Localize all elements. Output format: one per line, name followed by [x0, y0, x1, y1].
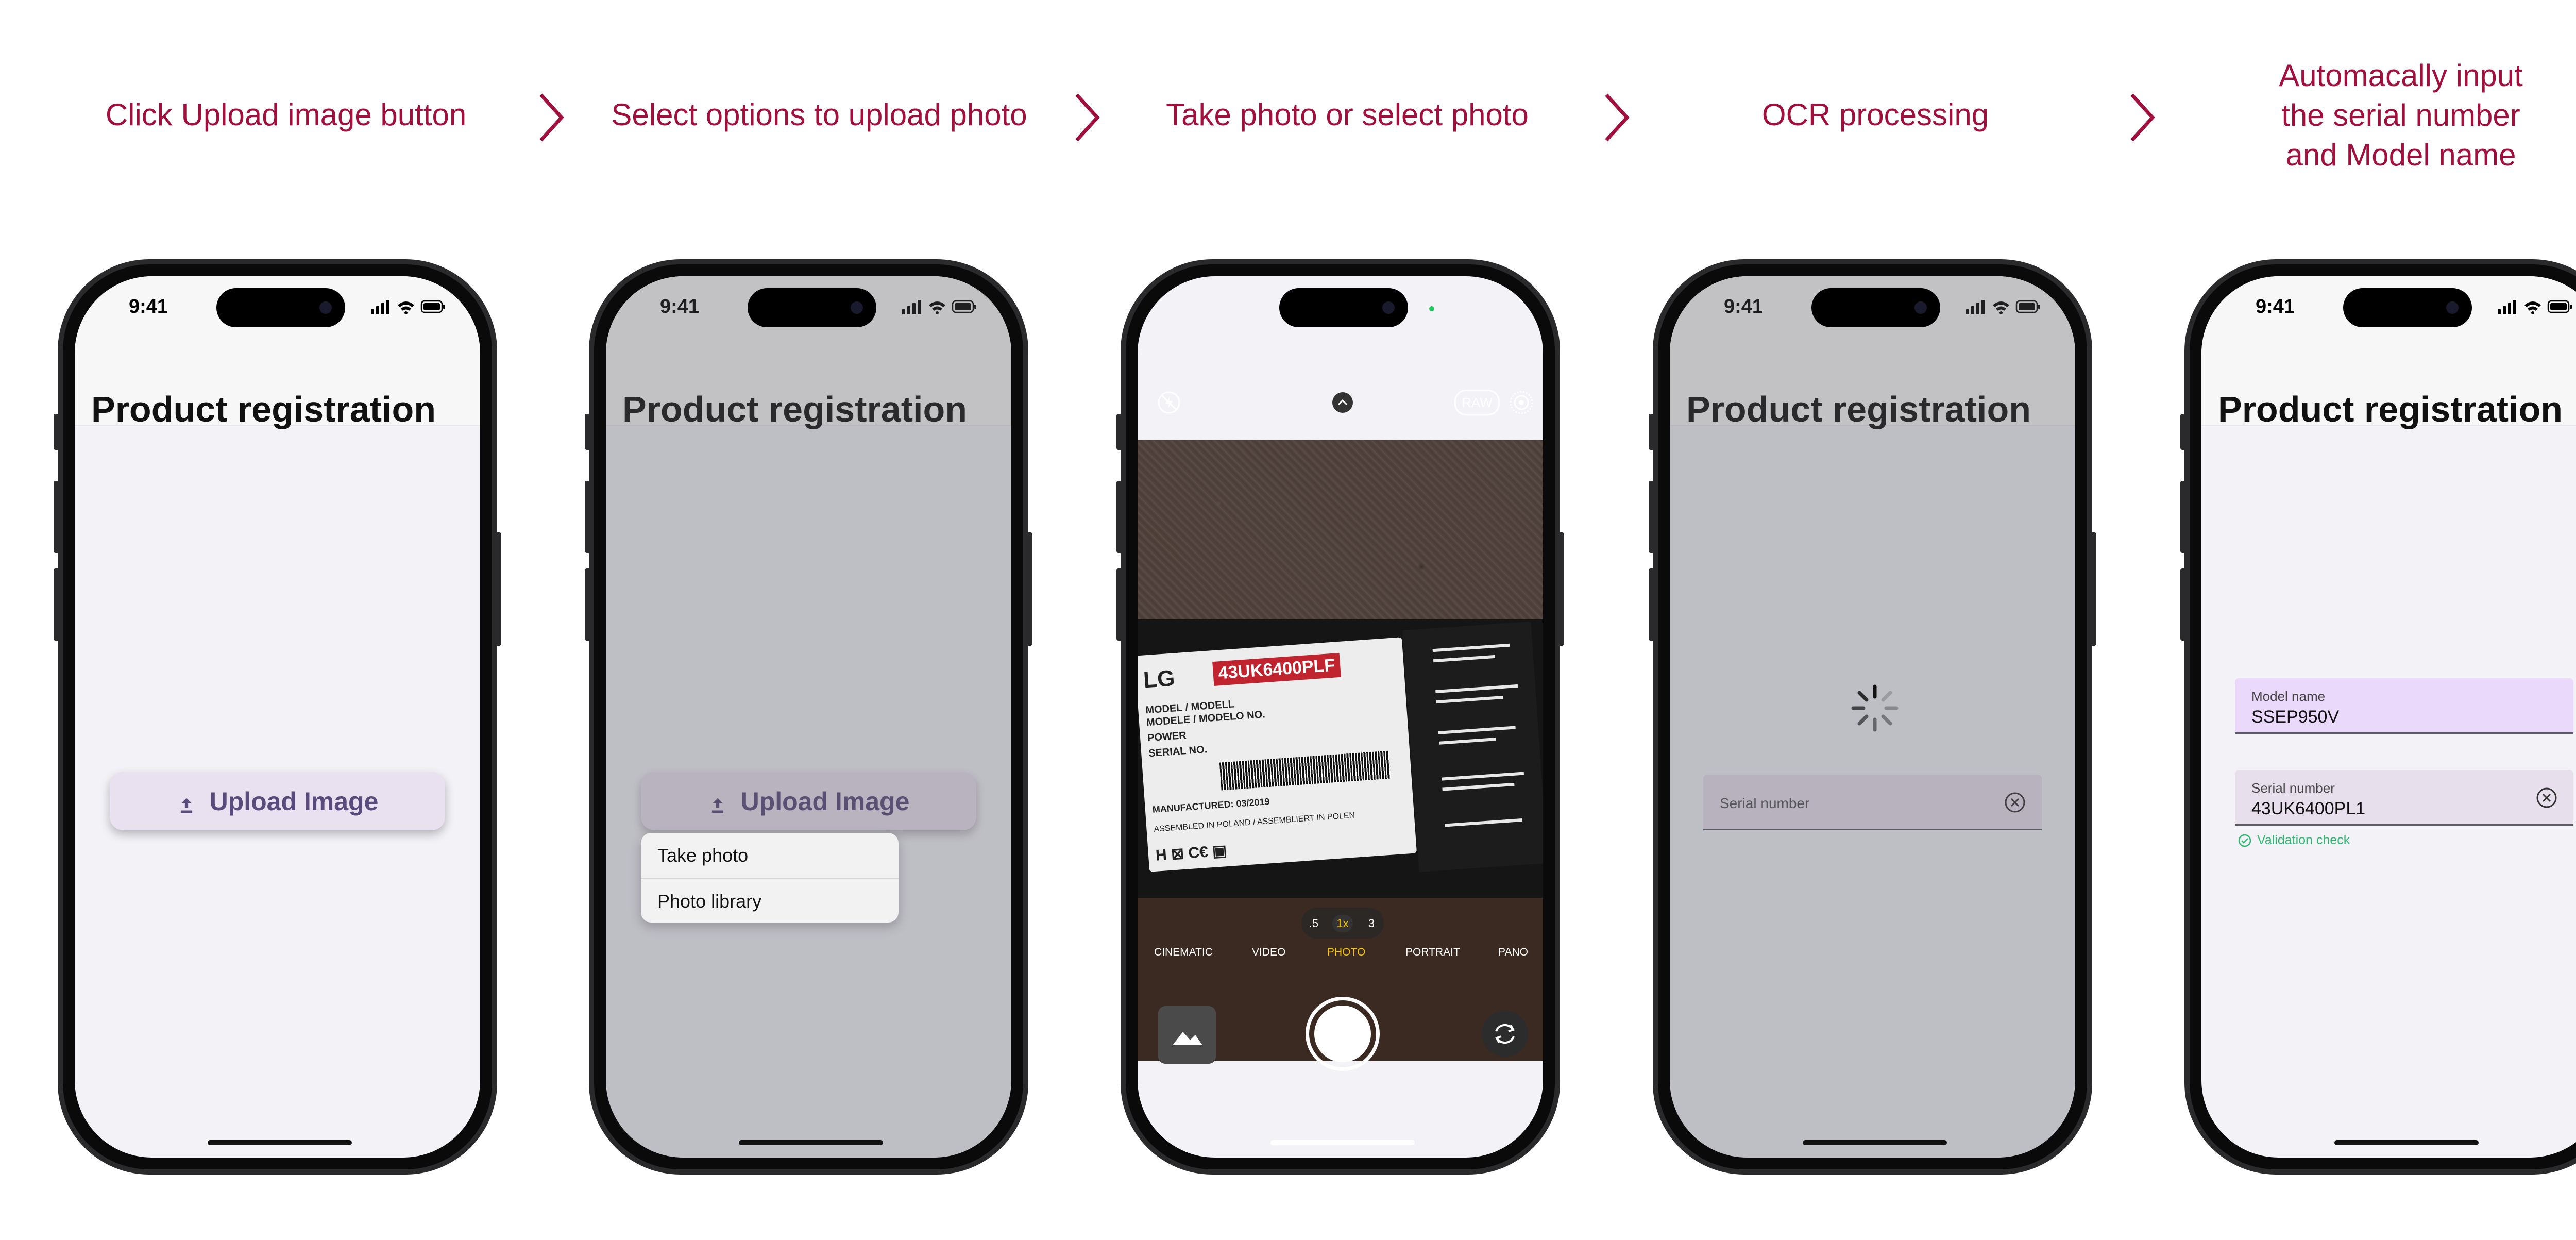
validation-text: Validation check	[2257, 833, 2350, 847]
chevron-right-icon	[1602, 92, 1631, 143]
step-4-caption: OCR processing	[1761, 97, 1989, 132]
camera-flip-icon[interactable]	[1482, 1011, 1528, 1057]
model-name-value: SSEP950V	[2251, 707, 2340, 727]
phone-step-5: Product registration 9:41 Model name SSE…	[2180, 259, 2576, 1175]
app-screen: Product registration 9:41 Upload Image T…	[606, 276, 1011, 1158]
dim-overlay[interactable]	[606, 276, 1011, 1158]
phone-step-3: RAW LG 43UK6400PLF MODEL / MODELL MODELE…	[1116, 259, 1564, 1175]
phone-step-4: Product registration 9:41 Serial number	[1649, 259, 2096, 1175]
page-title: Product registration	[91, 389, 436, 429]
mode-photo[interactable]: PHOTO	[1327, 946, 1365, 959]
model-name-field[interactable]: Model name SSEP950V	[2235, 678, 2573, 734]
validation-message: Validation check	[2238, 833, 2350, 848]
menu-item-take-photo[interactable]: Take photo	[641, 833, 899, 878]
serial-number-field[interactable]: Serial number 43UK6400PL1	[2235, 770, 2573, 826]
upload-image-button[interactable]: Upload Image	[110, 772, 445, 830]
home-indicator	[2334, 1140, 2479, 1145]
mode-pano[interactable]: PANO	[1498, 946, 1528, 959]
label-manufactured: MANUFACTURED: 03/2019	[1152, 796, 1270, 815]
mode-video[interactable]: VIDEO	[1252, 946, 1285, 959]
chevron-right-icon	[537, 92, 566, 143]
label-model: 43UK6400PLF	[1212, 652, 1341, 686]
warning-label	[1402, 621, 1543, 873]
camera-active-indicator	[1429, 306, 1434, 311]
home-indicator	[739, 1140, 883, 1145]
camera-viewfinder[interactable]: LG 43UK6400PLF MODEL / MODELL MODELE / M…	[1138, 440, 1543, 1061]
barcode	[1219, 750, 1391, 791]
app-screen: Product registration 9:41 Serial number	[1670, 276, 2075, 1158]
step-2-caption: Select options to upload photo	[611, 97, 1027, 132]
zoom-option[interactable]: 3	[1361, 915, 1382, 932]
status-icons	[371, 299, 448, 314]
app-screen: Product registration 9:41 Upload Image	[75, 276, 480, 1158]
step-1-caption: Click Upload image button	[105, 97, 467, 132]
flash-off-icon[interactable]	[1155, 389, 1183, 416]
zoom-option[interactable]: .5	[1303, 915, 1324, 932]
home-indicator	[1270, 1140, 1415, 1145]
zoom-option-selected[interactable]: 1x	[1332, 915, 1353, 932]
app-screen: Product registration 9:41 Model name SSE…	[2201, 276, 2576, 1158]
dynamic-island	[2343, 288, 2472, 327]
mode-portrait[interactable]: PORTRAIT	[1405, 946, 1460, 959]
serial-number-value: 43UK6400PL1	[2251, 799, 2366, 818]
status-icons	[2498, 299, 2575, 314]
model-name-label: Model name	[2251, 689, 2326, 704]
dynamic-island	[216, 288, 345, 327]
mode-cinematic[interactable]: CINEMATIC	[1154, 946, 1213, 959]
check-circle-icon	[2238, 833, 2252, 848]
phone-step-2: Product registration 9:41 Upload Image T…	[585, 259, 1032, 1175]
chevron-right-icon	[2128, 92, 2157, 143]
clear-icon[interactable]	[2535, 786, 2558, 809]
camera-screen: RAW LG 43UK6400PLF MODEL / MODELL MODELE…	[1138, 276, 1543, 1158]
home-indicator	[1803, 1140, 1947, 1145]
step-3-caption: Take photo or select photo	[1166, 97, 1529, 132]
camera-mode-selector: CINEMATIC VIDEO PHOTO PORTRAIT PANO	[1138, 946, 1543, 967]
status-time: 9:41	[129, 296, 168, 317]
page-title: Product registration	[2218, 389, 2563, 429]
zoom-selector: .5 1x 3	[1301, 908, 1384, 939]
upload-icon	[177, 792, 196, 813]
chevron-right-icon	[1073, 92, 1101, 143]
dynamic-island	[1279, 288, 1408, 327]
raw-toggle[interactable]: RAW	[1454, 390, 1500, 415]
label-brand: LG	[1142, 665, 1176, 693]
chevron-up-icon[interactable]	[1329, 389, 1357, 416]
dynamic-island	[748, 288, 876, 327]
label-origin: ASSEMBLED IN POLAND / ASSEMBLIERT IN POL…	[1153, 811, 1355, 834]
phone-step-1: Product registration 9:41 Upload Image	[54, 259, 501, 1175]
live-photo-icon[interactable]	[1507, 389, 1535, 416]
menu-item-photo-library[interactable]: Photo library	[641, 878, 899, 923]
upload-button-label: Upload Image	[209, 786, 379, 816]
dynamic-island	[1811, 288, 1940, 327]
loading-spinner-icon	[1849, 682, 1901, 734]
step-5-caption: Automacally input the serial number and …	[2279, 58, 2523, 172]
photo-thumbnail[interactable]	[1158, 1006, 1216, 1064]
upload-options-menu: Take photo Photo library	[641, 833, 899, 923]
home-indicator	[208, 1140, 352, 1145]
shutter-button[interactable]	[1306, 997, 1380, 1071]
product-label-sticker: LG 43UK6400PLF MODEL / MODELL MODELE / M…	[1138, 637, 1417, 872]
status-time: 9:41	[2256, 296, 2295, 317]
serial-number-label: Serial number	[2251, 780, 2335, 796]
